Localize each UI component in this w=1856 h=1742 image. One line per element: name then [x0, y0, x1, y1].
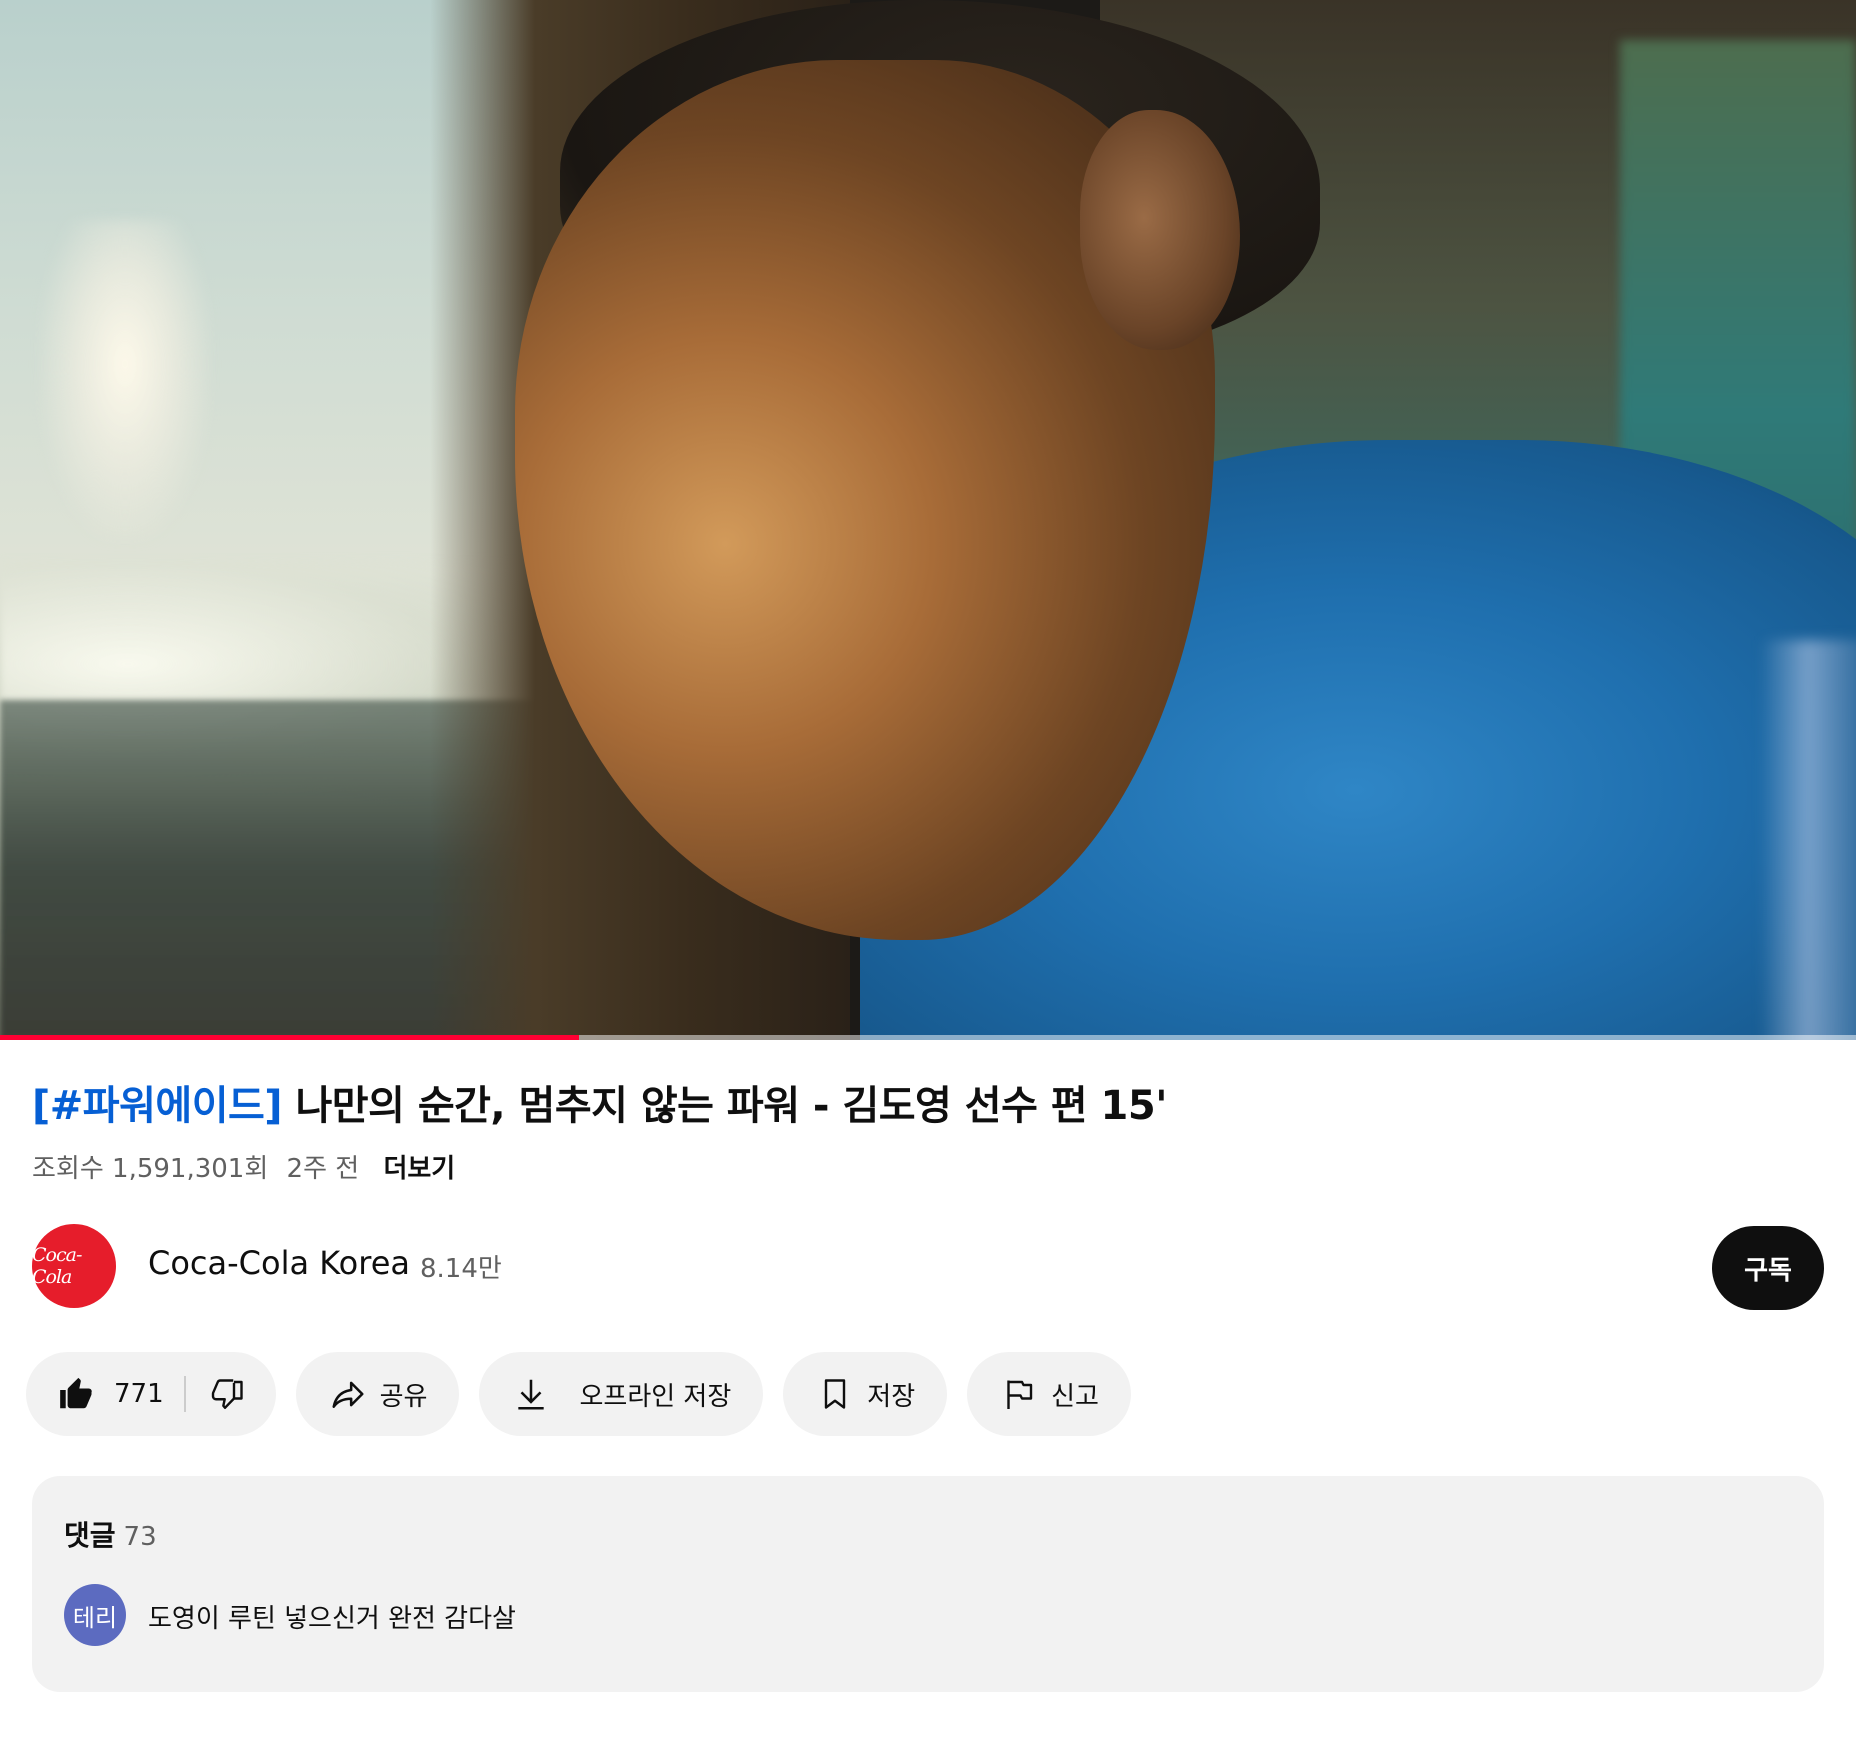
channel-avatar[interactable]: Coca-Cola	[32, 1224, 116, 1308]
like-divider	[183, 1376, 186, 1412]
share-button[interactable]: 공유	[295, 1352, 460, 1436]
view-count: 조회수 1,591,301회	[32, 1154, 269, 1184]
hashtag-link[interactable]: [#파워에이드]	[32, 1083, 283, 1129]
action-bar: 771 공유 오프라인 저장 저장 신고	[26, 1352, 1131, 1436]
video-title-text: 나만의 순간, 멈추지 않는 파워 - 김도영 선수 편 15'	[282, 1083, 1168, 1129]
flag-icon	[999, 1374, 1039, 1414]
video-title[interactable]: [#파워에이드] 나만의 순간, 멈추지 않는 파워 - 김도영 선수 편 15…	[32, 1080, 1812, 1132]
channel-row: Coca-Cola Coca-Cola Korea 8.14만 구독	[32, 1222, 1824, 1310]
download-label: 오프라인 저장	[579, 1381, 732, 1412]
upload-age: 2주 전	[286, 1154, 360, 1184]
comments-label: 댓글	[64, 1519, 116, 1552]
share-icon	[328, 1374, 368, 1414]
subscriber-count: 8.14만	[420, 1254, 502, 1284]
video-meta[interactable]: 조회수 1,591,301회 2주 전 더보기	[32, 1148, 465, 1185]
like-count: 771	[114, 1379, 164, 1409]
share-label: 공유	[379, 1381, 428, 1412]
bookmark-icon	[815, 1374, 855, 1414]
like-dislike-group: 771	[26, 1352, 276, 1436]
report-label: 신고	[1051, 1381, 1099, 1412]
subscribe-button[interactable]: 구독	[1712, 1226, 1824, 1310]
video-info-panel: [#파워에이드] 나만의 순간, 멈추지 않는 파워 - 김도영 선수 편 15…	[0, 1040, 1856, 1742]
more-button[interactable]: 더보기	[383, 1154, 455, 1184]
channel-logo-text: Coca-Cola	[32, 1244, 82, 1288]
thumbs-up-icon[interactable]	[56, 1374, 96, 1414]
download-button[interactable]: 오프라인 저장	[479, 1352, 764, 1436]
save-label: 저장	[867, 1381, 916, 1412]
player-shirt-edge	[1760, 640, 1856, 1040]
comment-avatar-text: 테리	[72, 1603, 118, 1632]
thumbs-down-icon[interactable]	[208, 1374, 248, 1414]
stadium-light	[40, 220, 210, 540]
comment-text: 도영이 루틴 넣으신거 완전 감다살	[148, 1604, 516, 1634]
comment-avatar: 테리	[64, 1584, 126, 1646]
comments-panel[interactable]: 댓글 73 테리 도영이 루틴 넣으신거 완전 감다살	[32, 1476, 1824, 1692]
channel-name[interactable]: Coca-Cola Korea	[148, 1244, 410, 1282]
video-player[interactable]	[0, 0, 1856, 1040]
report-button[interactable]: 신고	[967, 1352, 1131, 1436]
save-button[interactable]: 저장	[783, 1352, 948, 1436]
download-icon	[511, 1374, 551, 1414]
comments-header: 댓글 73	[64, 1514, 157, 1554]
comments-count: 73	[123, 1522, 157, 1552]
